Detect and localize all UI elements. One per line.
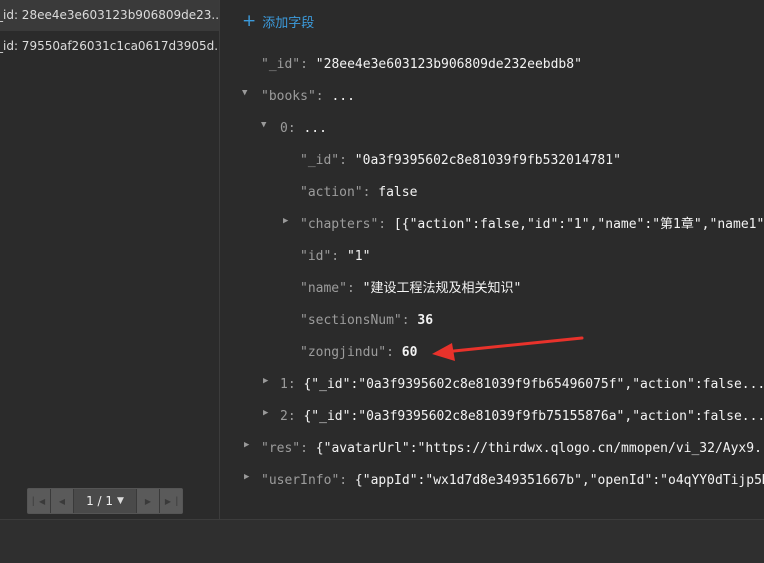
footer-bar [0, 519, 764, 563]
annotation-arrow [432, 336, 584, 361]
